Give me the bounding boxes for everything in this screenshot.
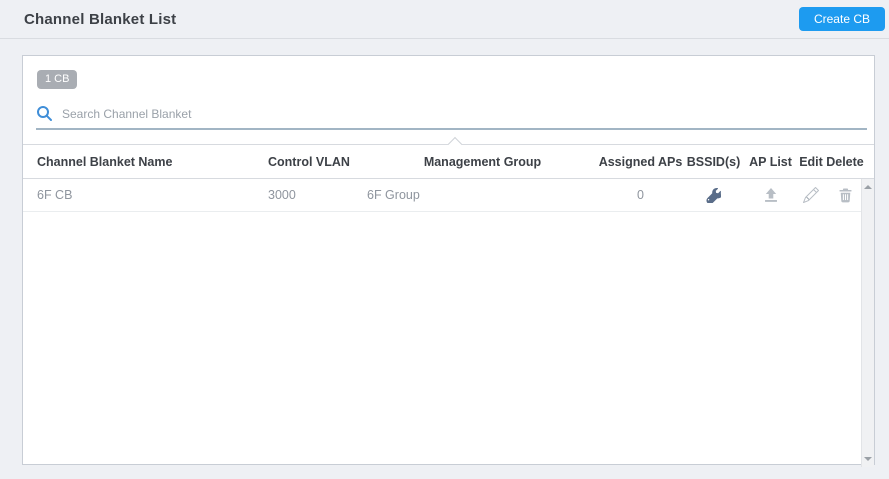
page-title: Channel Blanket List <box>24 10 177 28</box>
channel-blanket-panel: 1 CB Channel Blanket Name Control VLAN M… <box>22 55 875 467</box>
search-icon <box>37 106 52 121</box>
col-management-group: Management Group <box>423 154 542 169</box>
col-bssids: BSSID(s) <box>686 154 741 169</box>
col-channel-blanket-name: Channel Blanket Name <box>37 154 173 169</box>
scroll-down-button[interactable] <box>862 451 874 467</box>
delete-button[interactable] <box>838 187 853 203</box>
wrench-icon <box>706 187 721 203</box>
pencil-icon <box>803 187 819 203</box>
table-body: 6F CB 3000 6F Group 0 <box>23 179 874 467</box>
triangle-down-icon <box>864 457 872 461</box>
upload-icon <box>764 188 777 202</box>
create-cb-button[interactable]: Create CB <box>798 7 885 31</box>
trash-icon <box>839 188 851 203</box>
cell-control-vlan: 3000 <box>268 188 296 202</box>
cell-assigned-aps: 0 <box>637 188 644 202</box>
vertical-scrollbar[interactable] <box>861 179 874 467</box>
table-header: Channel Blanket Name Control VLAN Manage… <box>23 136 874 179</box>
header-caret <box>447 136 463 152</box>
col-delete: Delete <box>826 154 864 169</box>
search-field[interactable] <box>36 105 867 130</box>
ap-list-upload-button[interactable] <box>763 187 779 203</box>
edit-button[interactable] <box>803 187 819 203</box>
col-edit: Edit <box>799 154 823 169</box>
bssid-wrench-button[interactable] <box>706 187 721 203</box>
cb-count-badge: 1 CB <box>37 70 78 89</box>
search-input[interactable] <box>62 105 867 122</box>
col-ap-list: AP List <box>749 154 792 169</box>
cell-management-group: 6F Group <box>367 188 420 202</box>
cell-channel-blanket-name: 6F CB <box>37 188 73 202</box>
col-assigned-aps: Assigned APs <box>598 154 683 169</box>
scroll-up-button[interactable] <box>862 179 874 195</box>
table-row: 6F CB 3000 6F Group 0 <box>23 179 863 212</box>
top-bar: Channel Blanket List Create CB <box>0 0 889 39</box>
triangle-up-icon <box>864 185 872 189</box>
col-control-vlan: Control VLAN <box>268 154 350 169</box>
